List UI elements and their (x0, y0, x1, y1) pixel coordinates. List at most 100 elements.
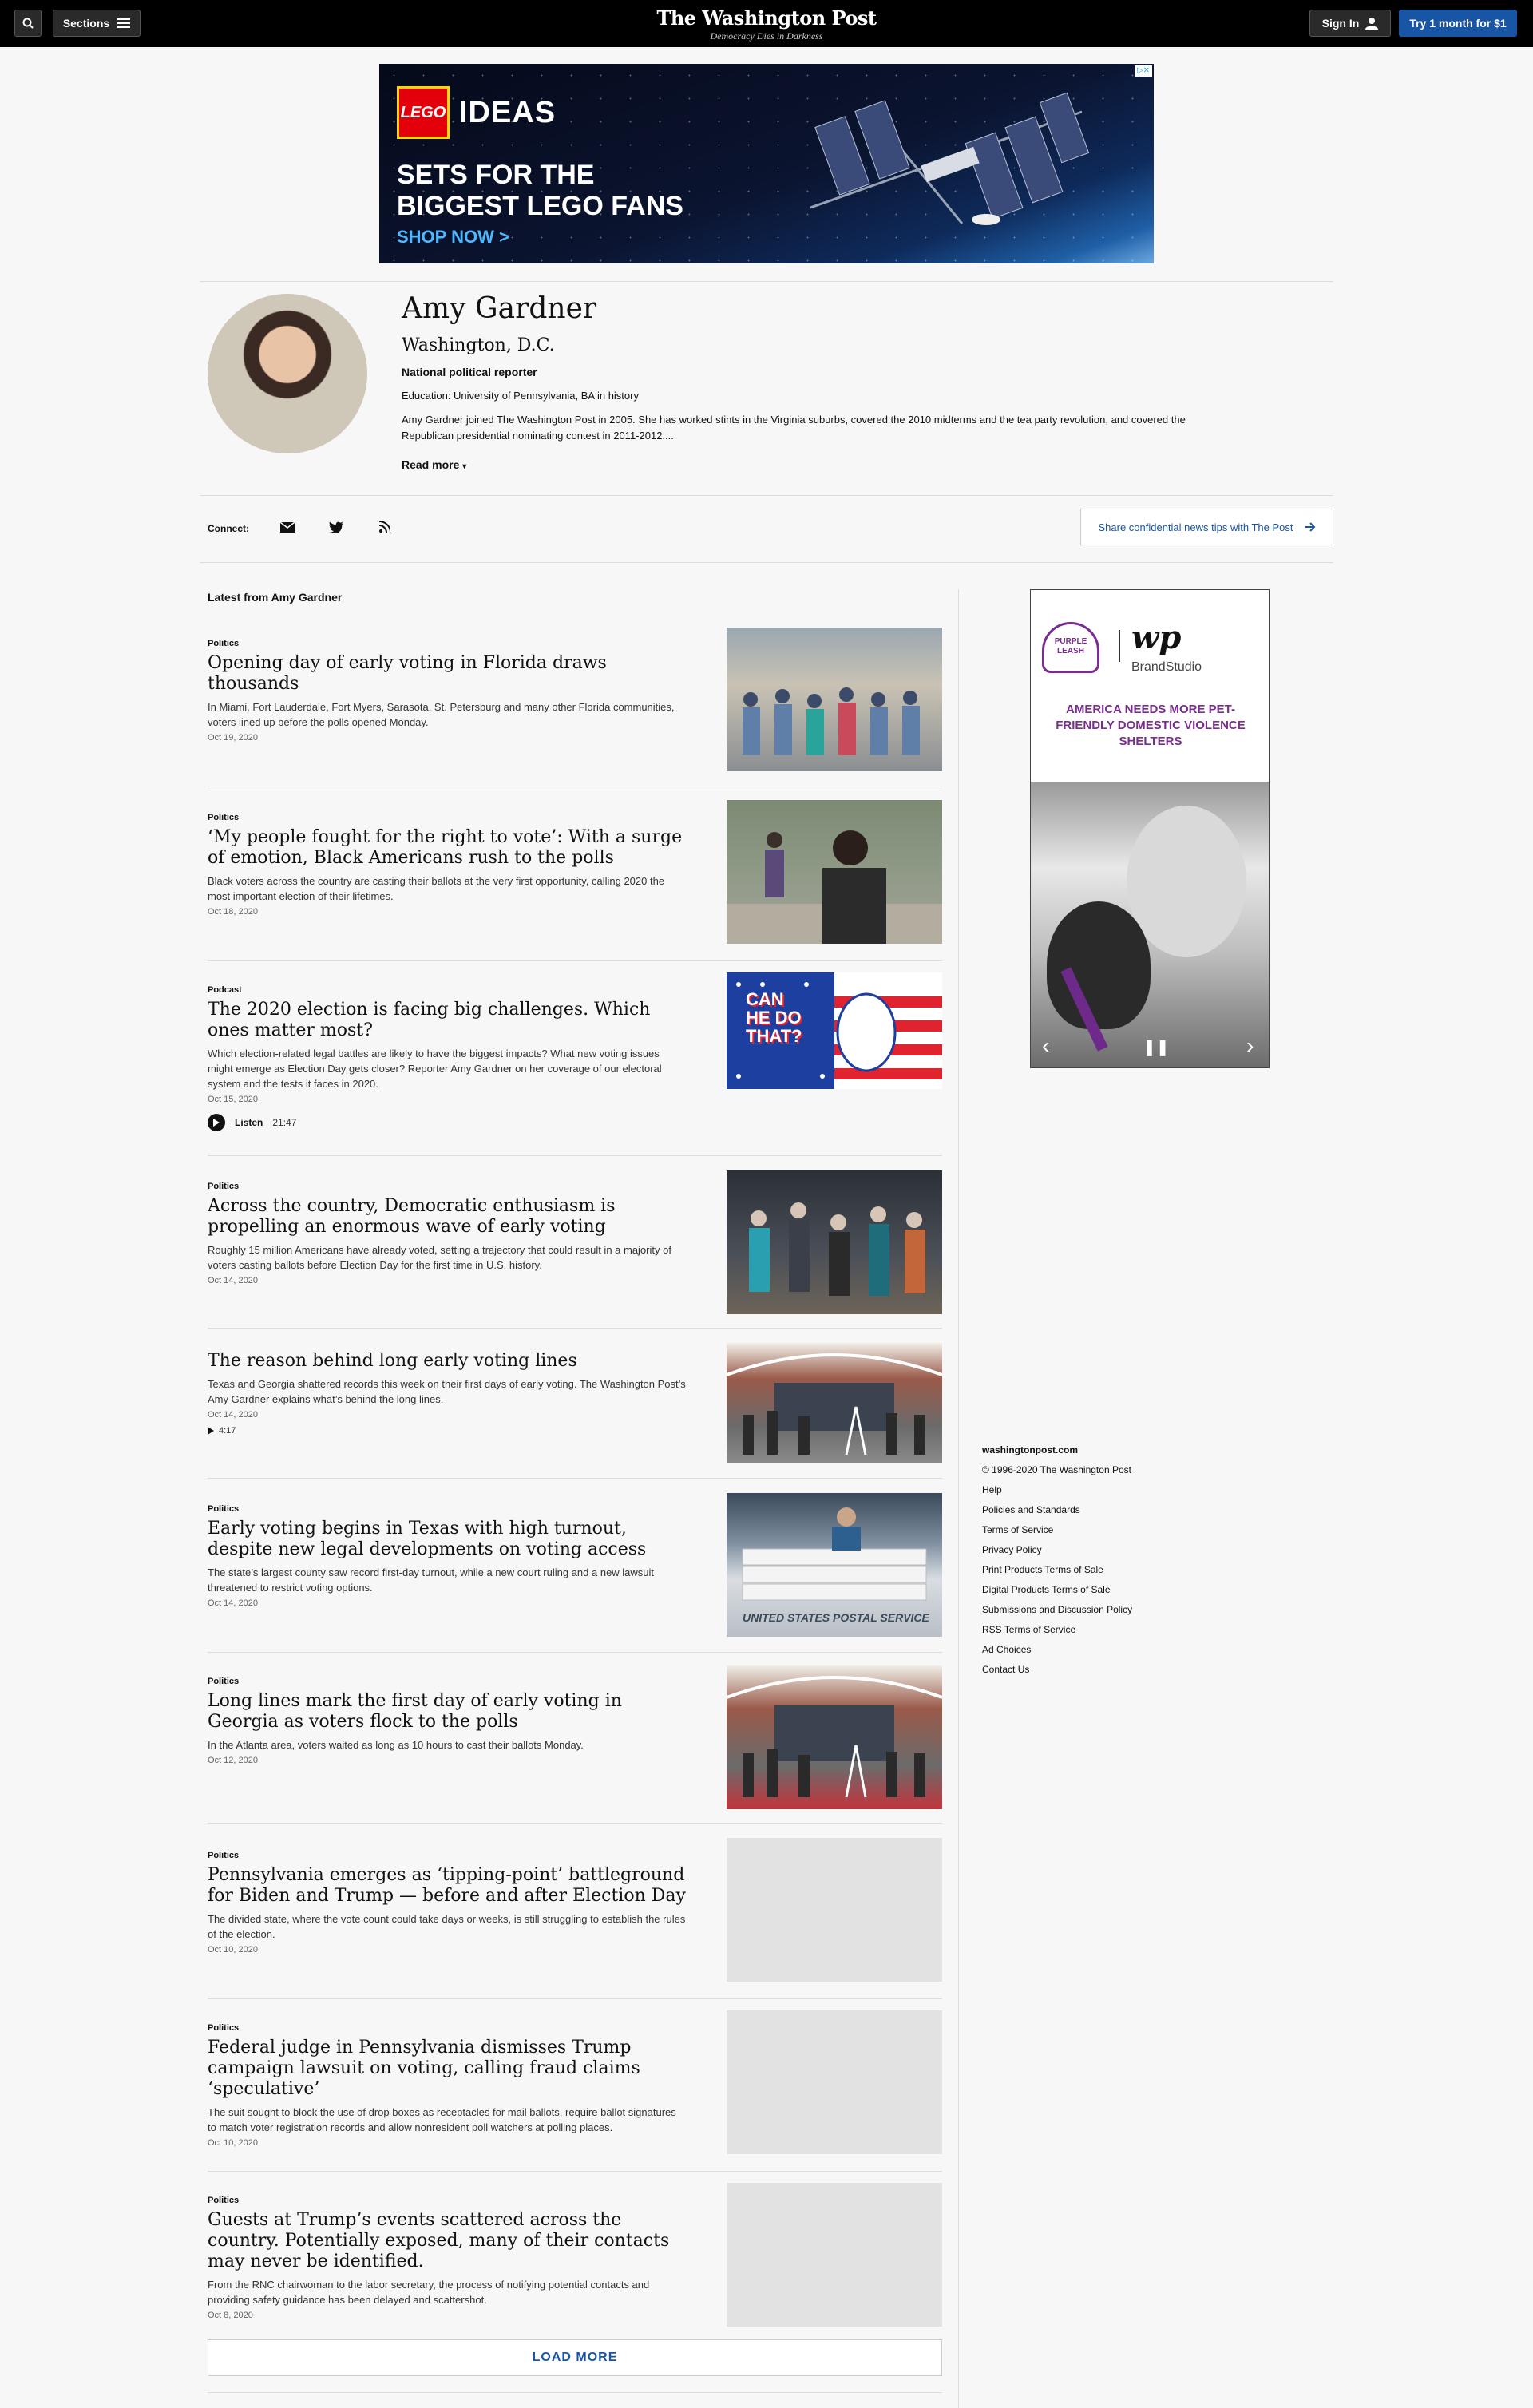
story-blurb: The state’s largest county saw record fi… (208, 1566, 655, 1594)
divider (200, 281, 1333, 282)
story-headline[interactable]: The 2020 election is facing big challeng… (208, 1000, 687, 1041)
rss-icon[interactable] (375, 517, 394, 537)
footer-site-name[interactable]: washingtonpost.com (982, 1440, 1132, 1460)
lego-ad-banner[interactable]: LEGO IDEAS SETS FOR THE BIGGEST LEGO FAN… (379, 64, 1154, 263)
story-headline[interactable]: Across the country, Democratic enthusias… (208, 1196, 687, 1238)
chevron-right-icon[interactable]: › (1246, 1033, 1254, 1059)
podcast-player[interactable]: Listen 21:47 (208, 1114, 942, 1131)
story-thumbnail-placeholder[interactable] (727, 2010, 942, 2154)
footer-link[interactable]: Submissions and Discussion Policy (982, 1600, 1132, 1620)
author-location: Washington, D.C. (402, 335, 555, 355)
dog-figure (1047, 901, 1151, 1029)
story-item[interactable]: Politics Federal judge in Pennsylvania d… (208, 2010, 942, 2172)
search-button[interactable] (14, 10, 42, 37)
story-blurb: Black voters across the country are cast… (208, 875, 665, 902)
sections-menu-button[interactable]: Sections (53, 10, 141, 37)
email-icon[interactable] (278, 517, 297, 537)
story-blurb: In the Atlanta area, voters waited as lo… (208, 1739, 584, 1751)
story-thumbnail[interactable]: UNITED STATES POSTAL SERVICE (727, 1493, 942, 1637)
story-blurb: In Miami, Fort Lauderdale, Fort Myers, S… (208, 701, 675, 728)
ad-logo-separator (1119, 630, 1120, 662)
footer-links: washingtonpost.com © 1996-2020 The Washi… (982, 1440, 1132, 1680)
load-more-button[interactable]: LOAD MORE (208, 2339, 942, 2376)
ad-headline-line1: SETS FOR THE (397, 160, 595, 190)
share-news-tips-label: Share confidential news tips with The Po… (1098, 521, 1293, 533)
ad-choices-icon[interactable]: ▷✕ (1135, 65, 1152, 77)
site-logo: The Washington Post (656, 6, 877, 30)
postal-service-label: UNITED STATES POSTAL SERVICE (743, 1611, 929, 1624)
story-headline[interactable]: Long lines mark the first day of early v… (208, 1691, 687, 1733)
polling-place-photo (727, 1676, 942, 1798)
space-station-image (810, 92, 1090, 225)
pause-icon[interactable]: ❚❚ (1143, 1037, 1170, 1057)
masthead-logo[interactable]: The Washington Post Democracy Dies in Da… (607, 6, 926, 42)
wp-brandstudio-logo: wp (1131, 619, 1182, 656)
story-blurb: Which election-related legal battles are… (208, 1048, 662, 1090)
arrow-right-icon (1304, 522, 1315, 532)
read-more-button[interactable]: Read more ▾ (402, 458, 466, 471)
story-thumbnail[interactable]: CAN HE DO THAT? (727, 972, 942, 1089)
woman-figure (1127, 806, 1246, 957)
footer-link[interactable]: Contact Us (982, 1660, 1132, 1680)
story-item[interactable]: Politics ‘My people fought for the right… (208, 800, 942, 961)
connect-label: Connect: (208, 523, 249, 534)
sign-in-label: Sign In (1321, 17, 1360, 30)
story-headline[interactable]: The reason behind long early voting line… (208, 1351, 687, 1372)
story-headline[interactable]: ‘My people fought for the right to vote’… (208, 827, 687, 869)
crowd-photo (743, 687, 920, 755)
column-divider (958, 589, 959, 2408)
ad-headline-line2: BIGGEST LEGO FANS (397, 191, 683, 221)
purple-leash-ad[interactable]: PURPLE LEASH wp BrandStudio AMERICA NEED… (1030, 589, 1270, 1068)
story-blurb: Roughly 15 million Americans have alread… (208, 1244, 671, 1271)
story-headline[interactable]: Pennsylvania emerges as ‘tipping-point’ … (208, 1865, 687, 1907)
story-blurb: Texas and Georgia shattered records this… (208, 1378, 686, 1405)
video-duration: 4:17 (219, 1426, 236, 1436)
story-item[interactable]: The reason behind long early voting line… (208, 1343, 942, 1479)
user-icon (1365, 18, 1379, 30)
site-tagline: Democracy Dies in Darkness (710, 30, 823, 42)
story-thumbnail[interactable] (727, 1343, 942, 1463)
story-item[interactable]: Politics Pennsylvania emerges as ‘tippin… (208, 1838, 942, 1999)
share-news-tips-button[interactable]: Share confidential news tips with The Po… (1080, 509, 1333, 545)
footer-link[interactable]: Privacy Policy (982, 1540, 1132, 1560)
story-headline[interactable]: Opening day of early voting in Florida d… (208, 653, 687, 695)
footer-link[interactable]: Digital Products Terms of Sale (982, 1580, 1132, 1600)
story-thumbnail[interactable] (727, 800, 942, 944)
story-thumbnail[interactable] (727, 1170, 942, 1314)
author-education: Education: University of Pennsylvania, B… (402, 390, 639, 402)
subscribe-trial-button[interactable]: Try 1 month for $1 (1399, 10, 1517, 37)
footer-link[interactable]: Help (982, 1480, 1132, 1500)
read-more-label: Read more (402, 458, 460, 471)
footer-link[interactable]: Ad Choices (982, 1640, 1132, 1660)
story-headline[interactable]: Early voting begins in Texas with high t… (208, 1519, 687, 1560)
story-blurb: From the RNC chairwoman to the labor sec… (208, 2279, 650, 2306)
ad-shop-now-link[interactable]: SHOP NOW > (397, 227, 509, 248)
story-headline[interactable]: Federal judge in Pennsylvania dismisses … (208, 2038, 687, 2100)
story-thumbnail[interactable] (727, 1665, 942, 1809)
story-thumbnail[interactable] (727, 628, 942, 771)
author-name: Amy Gardner (402, 292, 597, 325)
story-item[interactable]: Politics Long lines mark the first day o… (208, 1665, 942, 1824)
play-icon[interactable] (208, 1114, 225, 1131)
sign-in-button[interactable]: Sign In (1309, 10, 1391, 37)
footer-link[interactable]: Policies and Standards (982, 1500, 1132, 1520)
hamburger-icon (117, 18, 131, 28)
divider (200, 562, 1333, 563)
footer-link[interactable]: RSS Terms of Service (982, 1620, 1132, 1640)
story-item[interactable]: Politics Guests at Trump’s events scatte… (208, 2183, 942, 2330)
story-thumbnail-placeholder[interactable] (727, 1838, 942, 1982)
footer-link[interactable]: Terms of Service (982, 1520, 1132, 1540)
podcast-artwork-title: CAN HE DO THAT? (746, 989, 802, 1046)
story-thumbnail-placeholder[interactable] (727, 2183, 942, 2327)
footer-link[interactable]: Print Products Terms of Sale (982, 1560, 1132, 1580)
story-item[interactable]: Politics Opening day of early voting in … (208, 628, 942, 786)
story-item[interactable]: Politics Early voting begins in Texas wi… (208, 1493, 942, 1653)
story-headline[interactable]: Guests at Trump’s events scattered acros… (208, 2210, 687, 2272)
story-item[interactable]: Podcast The 2020 election is facing big … (208, 972, 942, 1156)
chevron-left-icon[interactable]: ‹ (1042, 1033, 1049, 1059)
chevron-down-icon: ▾ (462, 462, 467, 471)
rail-ad-headline: AMERICA NEEDS MORE PET-FRIENDLY DOMESTIC… (1056, 703, 1246, 748)
story-item[interactable]: Politics Across the country, Democratic … (208, 1170, 942, 1329)
twitter-icon[interactable] (327, 517, 346, 537)
ad-headline: SETS FOR THE BIGGEST LEGO FANS (397, 160, 683, 222)
